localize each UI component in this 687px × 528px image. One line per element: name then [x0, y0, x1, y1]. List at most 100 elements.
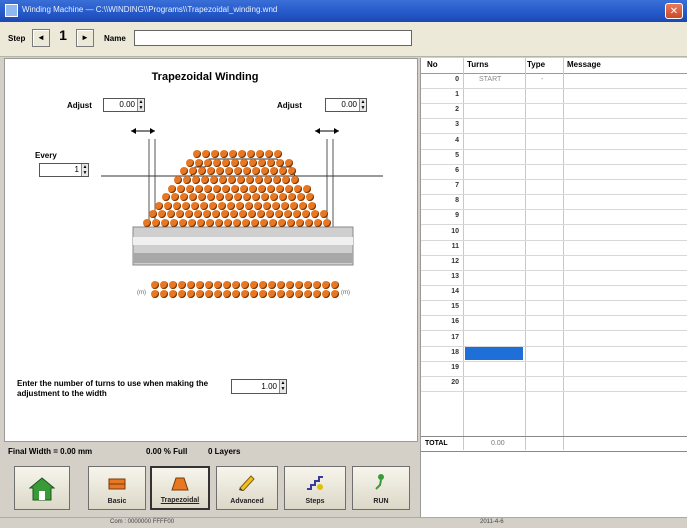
wire-turn: [320, 210, 329, 219]
wire-turn: [151, 289, 159, 298]
table-row[interactable]: 10: [421, 225, 687, 241]
wire-turn: [323, 219, 331, 227]
row-number: 10: [451, 227, 459, 235]
wire-turn: [206, 193, 215, 202]
row-number: 16: [451, 318, 459, 326]
table-row[interactable]: 5: [421, 149, 687, 165]
spinner-arrows-icon[interactable]: ▲ ▼: [279, 380, 286, 393]
wire-turn: [203, 184, 212, 193]
wire-turn: [160, 281, 168, 289]
table-row[interactable]: 2: [421, 103, 687, 120]
wire-turn: [160, 289, 168, 298]
table-row[interactable]: 13: [421, 270, 687, 286]
table-row[interactable]: 12: [421, 255, 687, 271]
table-row[interactable]: 0 START -: [421, 73, 687, 89]
coil-icon: [108, 478, 126, 490]
header-type: Type: [527, 60, 546, 69]
table-row[interactable]: 19: [421, 361, 687, 377]
header-no: No: [427, 60, 438, 69]
wire-turn: [206, 219, 214, 227]
wire-turn: [331, 289, 339, 298]
table-row[interactable]: 20: [421, 376, 687, 392]
wire-turn: [223, 289, 231, 298]
wire-turn: [224, 193, 233, 202]
table-row[interactable]: 7: [421, 179, 687, 196]
prev-step-button[interactable]: ◄: [32, 29, 50, 47]
wire-turn: [302, 210, 311, 219]
wire-turn: [259, 281, 267, 289]
table-row[interactable]: 14: [421, 285, 687, 302]
wire-turn: [272, 201, 281, 210]
turns-value: 1.00: [261, 382, 277, 391]
grid-header: No Turns Type Message: [421, 58, 687, 74]
wire-turn: [281, 201, 290, 210]
table-row[interactable]: 8: [421, 194, 687, 211]
wire-turn: [254, 201, 263, 210]
wire-turn: [285, 158, 294, 167]
wire-turn: [143, 219, 151, 227]
wire-turn: [268, 281, 276, 289]
table-row[interactable]: 3: [421, 118, 687, 135]
selected-cell[interactable]: [465, 346, 523, 360]
wire-turn: [167, 184, 176, 193]
wire-turn: [188, 219, 196, 227]
wire-turn: [242, 219, 250, 227]
table-row[interactable]: 1: [421, 88, 687, 105]
table-row[interactable]: 11: [421, 240, 687, 256]
turns-spinner[interactable]: 1.00 ▲ ▼: [231, 379, 287, 394]
table-row[interactable]: 16: [421, 315, 687, 332]
name-input[interactable]: [134, 30, 412, 46]
wire-turn: [296, 193, 305, 202]
table-row[interactable]: 17: [421, 331, 687, 347]
basic-button[interactable]: Basic: [88, 466, 146, 510]
wire-turn: [246, 150, 255, 159]
turns-prompt: Enter the number of turns to use when ma…: [17, 379, 209, 398]
row-number: 6: [455, 166, 459, 174]
row-turns[interactable]: START: [479, 76, 501, 83]
table-row[interactable]: 4: [421, 134, 687, 150]
advanced-button[interactable]: Advanced: [216, 466, 278, 510]
wire-turn: [169, 281, 177, 289]
next-step-button[interactable]: ►: [76, 29, 94, 47]
total-label: TOTAL: [425, 440, 448, 447]
table-row[interactable]: 15: [421, 300, 687, 317]
wire-turn: [322, 289, 330, 298]
home-button[interactable]: [14, 466, 70, 510]
wire-turn: [218, 201, 227, 210]
wire-turn: [322, 281, 330, 289]
wire-turn: [178, 281, 186, 289]
steps-icon: [307, 476, 323, 490]
layers-count: 0 Layers: [208, 447, 241, 456]
steps-button[interactable]: Steps: [284, 466, 346, 510]
wire-turn: [214, 281, 222, 289]
wire-turn: [196, 289, 204, 298]
wire-turn: [180, 167, 189, 176]
wire-turn: [308, 201, 317, 210]
wire-turn: [233, 219, 241, 227]
trapezoidal-button[interactable]: Trapezoidal: [150, 466, 210, 510]
run-button[interactable]: RUN: [352, 466, 410, 510]
wire-turn: [251, 219, 259, 227]
status-left: Com : 0000000 FFFF00: [110, 519, 175, 525]
wire-turn: [212, 184, 221, 193]
wire-turn: [196, 281, 204, 289]
window-title: Winding Machine — C:\\WINDING\\Programs\…: [22, 5, 278, 14]
wire-turn: [230, 210, 239, 219]
percent-full: 0.00 % Full: [146, 447, 188, 456]
wire-turn: [243, 167, 252, 176]
wire-turn: [170, 219, 178, 227]
table-row[interactable]: 9: [421, 209, 687, 226]
title-bar: Winding Machine — C:\\WINDING\\Programs\…: [0, 0, 687, 22]
wire-turn: [167, 210, 176, 219]
total-row: TOTAL 0.00: [421, 436, 687, 452]
table-row[interactable]: 18: [421, 346, 687, 362]
wire-turn: [185, 210, 194, 219]
wire-turn: [176, 184, 185, 193]
run-button-label: RUN: [373, 498, 389, 505]
wire-turn: [194, 184, 203, 193]
close-button[interactable]: ✕: [665, 3, 683, 19]
row-type[interactable]: -: [541, 76, 543, 83]
wire-turn: [299, 201, 308, 210]
wire-turn: [210, 150, 219, 159]
table-row[interactable]: 6: [421, 164, 687, 180]
